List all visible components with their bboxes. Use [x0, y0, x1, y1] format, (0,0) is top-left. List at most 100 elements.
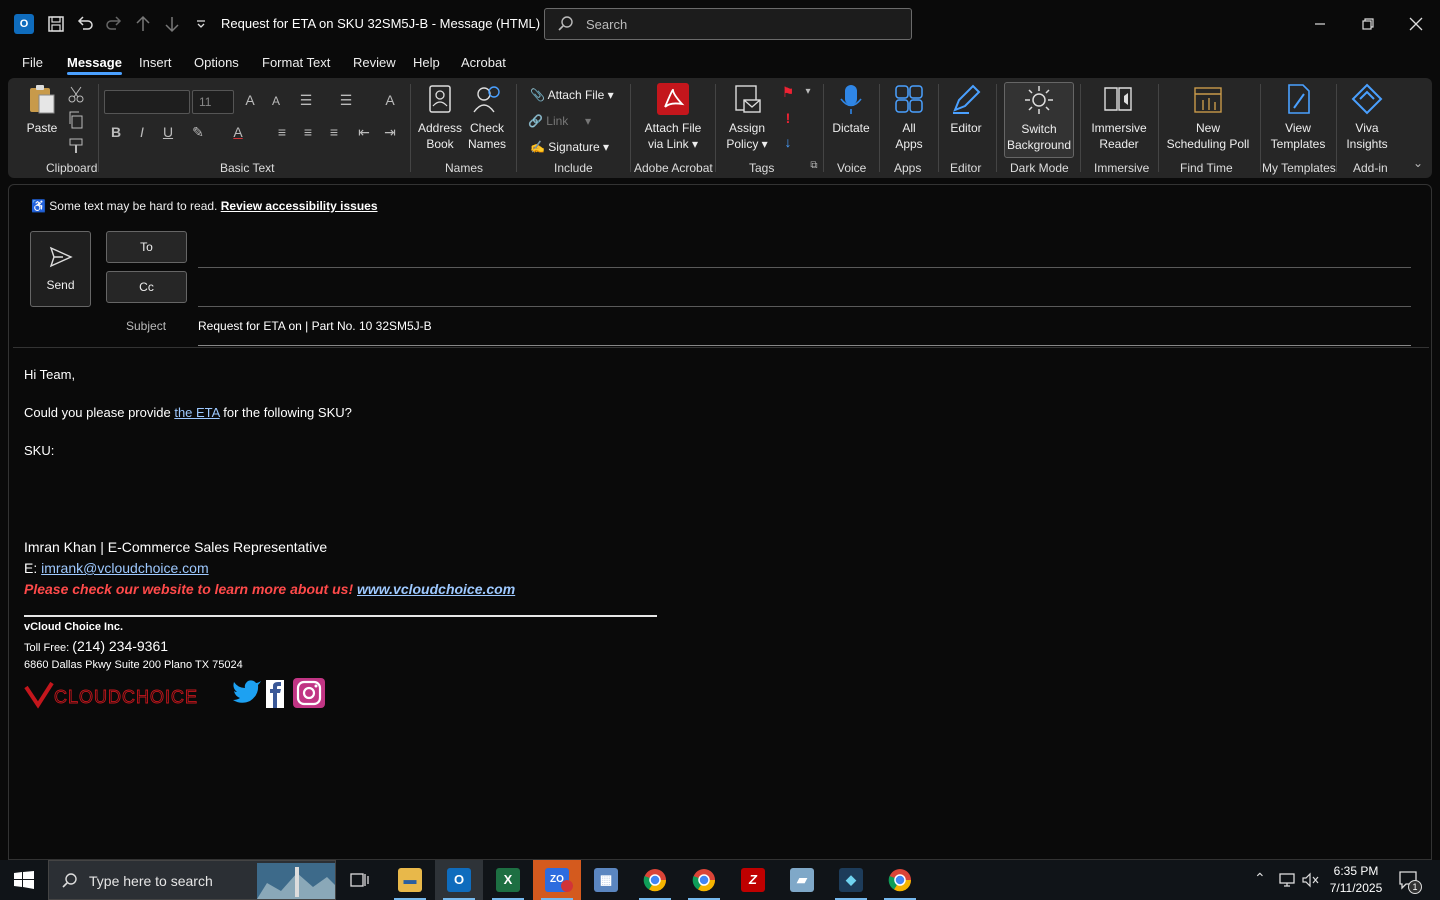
cc-button[interactable]: Cc: [106, 271, 187, 303]
address-book-button[interactable]: Address Book: [416, 82, 464, 152]
taskbar-calculator[interactable]: ▦: [582, 860, 630, 900]
system-clock[interactable]: 6:35 PM 7/11/2025: [1325, 863, 1387, 897]
switch-background-button[interactable]: Switch Background: [1004, 82, 1074, 158]
dictate-button[interactable]: Dictate: [828, 82, 874, 136]
new-scheduling-poll-button[interactable]: New Scheduling Poll: [1164, 82, 1252, 152]
show-hidden-icons-icon[interactable]: ⌃: [1254, 870, 1266, 887]
redo-icon[interactable]: [103, 13, 125, 35]
customize-toolbar-icon[interactable]: [190, 13, 212, 35]
cc-field[interactable]: [198, 306, 1411, 307]
all-apps-line2: Apps: [895, 137, 923, 151]
twitter-icon[interactable]: [231, 677, 263, 705]
signature-rule: [24, 615, 657, 617]
view-templates-button[interactable]: View Templates: [1264, 82, 1332, 152]
shrink-font-icon[interactable]: A: [266, 94, 286, 108]
highlight-icon[interactable]: ✎: [188, 124, 208, 141]
follow-up-flag-icon[interactable]: ⚑: [778, 84, 798, 101]
check-names-button[interactable]: Check Names: [464, 82, 510, 152]
taskbar-filezilla[interactable]: Z: [729, 860, 777, 900]
viva-insights-button[interactable]: Viva Insights: [1342, 82, 1392, 152]
taskbar-notes[interactable]: ▰: [778, 860, 826, 900]
cut-icon[interactable]: [66, 84, 86, 104]
volume-muted-icon[interactable]: [1301, 872, 1319, 888]
format-painter-icon[interactable]: [66, 136, 86, 156]
high-importance-icon[interactable]: !: [778, 110, 798, 126]
taskbar-search-placeholder: Type here to search: [89, 873, 213, 889]
search-box[interactable]: Search: [544, 8, 912, 40]
signature-promo: Please check our website to learn more a…: [24, 581, 515, 597]
tab-message[interactable]: Message: [67, 55, 122, 75]
align-center-icon[interactable]: ≡: [298, 124, 318, 140]
undo-icon[interactable]: [74, 13, 96, 35]
font-color-icon[interactable]: A: [228, 124, 248, 140]
tab-acrobat[interactable]: Acrobat: [461, 55, 506, 70]
next-item-icon[interactable]: [161, 13, 183, 35]
paste-button[interactable]: Paste: [22, 82, 62, 136]
taskbar-outlook[interactable]: O: [435, 860, 483, 900]
expand-ribbon-icon[interactable]: ⌄: [1408, 156, 1428, 170]
ribbon-tabs: File Message Insert Options Format Text …: [0, 48, 1440, 78]
tab-format-text[interactable]: Format Text: [262, 55, 330, 70]
review-accessibility-link[interactable]: Review accessibility issues: [221, 199, 378, 213]
clear-formatting-icon[interactable]: A: [380, 92, 400, 108]
instagram-icon[interactable]: [292, 677, 326, 709]
signature-button[interactable]: ✍ Signature ▾: [530, 140, 609, 154]
bullets-icon[interactable]: ☰: [296, 92, 316, 109]
grow-font-icon[interactable]: A: [240, 92, 260, 108]
taskbar-zoho[interactable]: ZO: [533, 860, 581, 900]
tab-review[interactable]: Review: [353, 55, 396, 70]
windows-start-icon[interactable]: [14, 871, 34, 889]
copy-icon[interactable]: [66, 110, 86, 130]
taskbar-chrome-3[interactable]: [876, 860, 924, 900]
low-importance-icon[interactable]: ↓: [778, 134, 798, 150]
previous-item-icon[interactable]: [132, 13, 154, 35]
greeting-text[interactable]: Hi Team,: [24, 367, 75, 382]
taskbar-chrome-1[interactable]: [631, 860, 679, 900]
task-view-icon[interactable]: [350, 872, 370, 888]
taskbar-chrome-2[interactable]: [680, 860, 728, 900]
minimize-icon[interactable]: [1308, 12, 1332, 36]
facebook-icon[interactable]: [265, 679, 285, 709]
align-right-icon[interactable]: ≡: [324, 124, 344, 140]
font-size-box[interactable]: 11: [192, 90, 234, 114]
taskbar-excel[interactable]: X: [484, 860, 532, 900]
close-icon[interactable]: [1404, 12, 1428, 36]
increase-indent-icon[interactable]: ⇥: [380, 124, 400, 141]
tab-options[interactable]: Options: [194, 55, 239, 70]
taskbar-app-diamond[interactable]: ◆: [827, 860, 875, 900]
italic-icon[interactable]: I: [132, 124, 152, 140]
tab-file[interactable]: File: [22, 55, 43, 70]
tags-dialog-launcher-icon[interactable]: ⧉: [804, 160, 824, 171]
immersive-reader-button[interactable]: Immersive Reader: [1086, 82, 1152, 152]
font-name-box[interactable]: [104, 90, 190, 114]
website-link[interactable]: www.vcloudchoice.com: [357, 581, 515, 597]
taskbar-file-explorer[interactable]: ▬: [386, 860, 434, 900]
tab-help[interactable]: Help: [413, 55, 440, 70]
to-field[interactable]: [198, 267, 1411, 268]
attach-file-button[interactable]: 📎 Attach File ▾: [530, 88, 614, 102]
underline-icon[interactable]: U: [158, 124, 178, 140]
taskbar-search[interactable]: Type here to search: [48, 860, 336, 900]
request-line[interactable]: Could you please provide the ETA for the…: [24, 405, 352, 420]
save-icon[interactable]: [45, 13, 67, 35]
assign-policy-button[interactable]: Assign Policy ▾: [722, 82, 772, 152]
title-bar: O Request for ETA on SKU 32SM5J-B - Mess…: [0, 0, 1440, 48]
numbering-icon[interactable]: ☰: [336, 92, 356, 109]
attach-file-via-link-button[interactable]: Attach File via Link ▾: [638, 82, 708, 152]
send-button[interactable]: Send: [30, 231, 91, 307]
link-button[interactable]: 🔗 Link ▾: [528, 114, 591, 128]
align-left-icon[interactable]: ≡: [272, 124, 292, 140]
chrome-profile-icon: [692, 869, 716, 892]
restore-icon[interactable]: [1356, 12, 1380, 36]
editor-button[interactable]: Editor: [944, 82, 988, 136]
network-icon[interactable]: [1278, 872, 1296, 888]
subject-field[interactable]: Request for ETA on | Part No. 10 32SM5J-…: [198, 319, 432, 333]
decrease-indent-icon[interactable]: ⇤: [354, 124, 374, 141]
signature-email-link[interactable]: imrank@vcloudchoice.com: [41, 560, 209, 576]
bold-icon[interactable]: B: [106, 124, 126, 140]
sku-label[interactable]: SKU:: [24, 443, 54, 458]
tab-insert[interactable]: Insert: [139, 55, 172, 70]
flag-dropdown-icon[interactable]: ▾: [798, 86, 818, 97]
all-apps-button[interactable]: All Apps: [886, 82, 932, 152]
to-button[interactable]: To: [106, 231, 187, 263]
